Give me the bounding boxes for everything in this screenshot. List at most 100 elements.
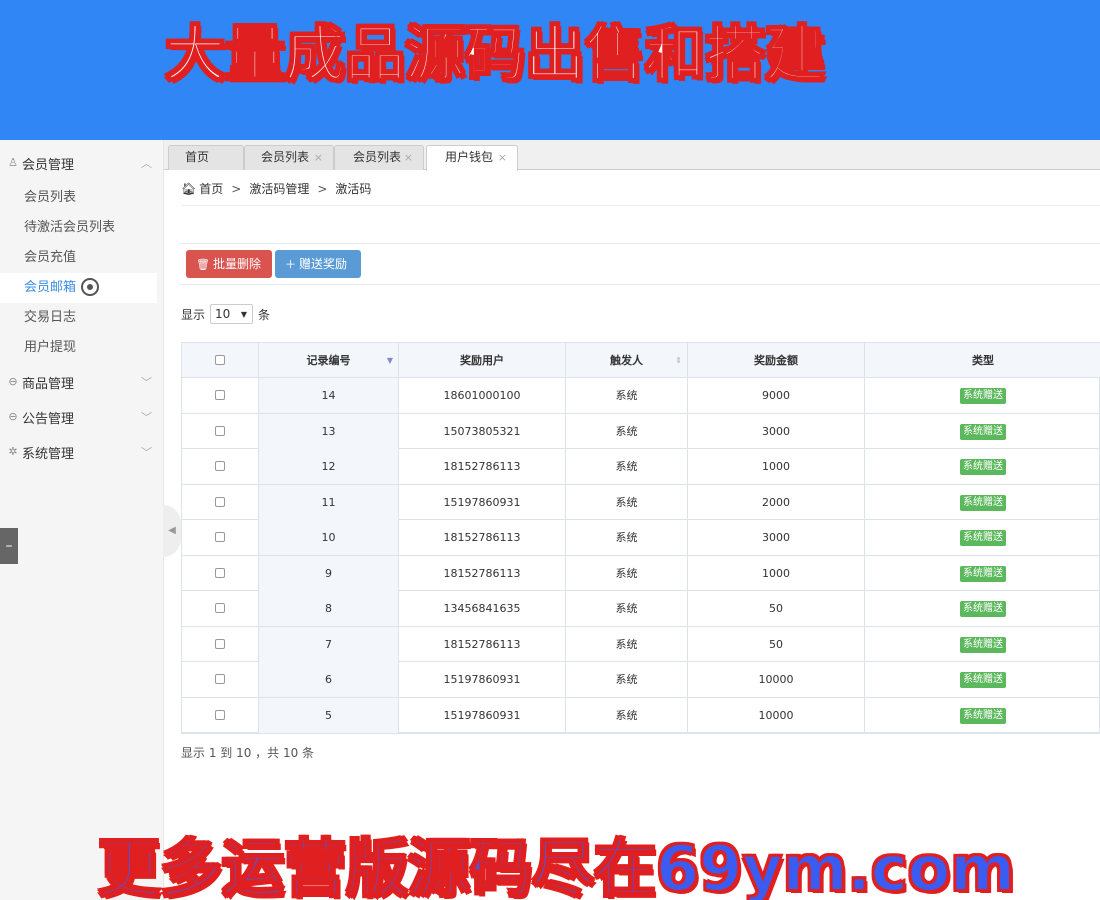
tab-member-list-1[interactable]: 会员列表 × <box>244 145 334 170</box>
sidebar-item-pending-members[interactable]: 待激活会员列表 <box>0 213 157 243</box>
row-checkbox[interactable] <box>215 425 225 436</box>
cell-record-id: 7 <box>259 626 399 662</box>
table-row[interactable]: 6 15197860931 系统 10000 系统赠送 <box>182 662 1100 698</box>
home-icon: 🏠︎ <box>181 181 197 196</box>
table-row[interactable]: 14 18601000100 系统 9000 系统赠送 <box>182 378 1100 414</box>
select-all-checkbox[interactable] <box>215 355 225 365</box>
table-row[interactable]: 12 18152786113 系统 1000 系统赠送 <box>182 449 1100 485</box>
tab-label: 用户钱包 <box>445 150 494 164</box>
page-size-prefix: 显示 <box>181 307 206 322</box>
divider <box>181 205 1100 206</box>
sidebar-group-member[interactable]: ♙ 会员管理 ︿ <box>0 148 164 178</box>
header-trigger[interactable]: 触发人 ⇕ <box>566 343 688 378</box>
close-icon[interactable]: × <box>314 146 323 169</box>
row-checkbox[interactable] <box>215 390 225 400</box>
row-checkbox[interactable] <box>215 674 225 684</box>
sidebar-group-system[interactable]: ✲ 系统管理 ﹀ <box>0 437 164 467</box>
row-select-cell[interactable] <box>182 449 259 484</box>
breadcrumb-activation-mgmt[interactable]: 激活码管理 <box>249 180 309 197</box>
table-row[interactable]: 13 15073805321 系统 3000 系统赠送 <box>182 413 1100 449</box>
type-badge: 系统赠送 <box>960 636 1006 653</box>
header-label: 触发人 <box>610 354 643 367</box>
close-icon[interactable]: × <box>498 146 507 169</box>
sidebar-group-goods[interactable]: ⊖ 商品管理 ﹀ <box>0 367 164 397</box>
sidebar-toggle-handle[interactable]: ◀ <box>163 505 181 557</box>
sort-icon: ⇕ <box>675 356 682 365</box>
cell-record-id: 14 <box>259 378 399 413</box>
table-row[interactable]: 7 18152786113 系统 50 系统赠送 <box>182 626 1100 662</box>
cell-amount: 1000 <box>688 555 865 591</box>
row-checkbox[interactable] <box>215 532 225 542</box>
row-checkbox[interactable] <box>215 638 225 649</box>
top-banner: 大量成品源码出售和搭建 <box>0 0 1100 140</box>
reward-table: 记录编号 ▼ 奖励用户 触发人 ⇕ 奖励金额 类型 14 18601000100 系统 9… <box>181 342 1100 734</box>
row-checkbox[interactable] <box>215 567 225 578</box>
sidebar-item-member-list[interactable]: 会员列表 <box>0 183 157 213</box>
page-size-control: 显示 10 ▼ 条 <box>181 304 270 324</box>
sidebar-item-member-recharge[interactable]: 会员充值 <box>0 243 157 273</box>
cell-amount: 1000 <box>688 449 865 484</box>
cell-trigger: 系统 <box>566 449 688 484</box>
breadcrumb: 🏠︎ 首页 > 激活码管理 > 激活码 <box>181 180 371 197</box>
cell-type: 系统赠送 <box>865 591 1100 626</box>
tab-member-list-2[interactable]: 会员列表 × <box>334 145 424 170</box>
cell-reward-user: 15197860931 <box>399 662 566 697</box>
row-select-cell[interactable] <box>182 555 259 591</box>
table-row[interactable]: 8 13456841635 系统 50 系统赠送 <box>182 591 1100 627</box>
sidebar-item-withdraw[interactable]: 用户提现 <box>0 333 157 363</box>
header-label: 类型 <box>972 354 994 367</box>
row-select-cell[interactable] <box>182 626 259 662</box>
table-row[interactable]: 5 15197860931 系统 10000 系统赠送 <box>182 697 1100 733</box>
cell-type: 系统赠送 <box>865 627 1100 662</box>
cell-type: 系统赠送 <box>865 414 1100 449</box>
cell-type: 系统赠送 <box>865 662 1100 697</box>
table-row[interactable]: 11 15197860931 系统 2000 系统赠送 <box>182 484 1100 520</box>
batch-delete-button[interactable]: 🗑︎ 批量删除 <box>186 250 272 278</box>
sidebar-item-member-mailbox[interactable]: 会员邮箱 <box>0 273 157 303</box>
row-select-cell[interactable] <box>182 378 259 413</box>
type-badge: 系统赠送 <box>960 494 1006 511</box>
sidebar: ♙ 会员管理 ︿ 会员列表 待激活会员列表 会员充值 会员邮箱 交易日志 用户提… <box>0 140 164 900</box>
table-header: 记录编号 ▼ 奖励用户 触发人 ⇕ 奖励金额 类型 <box>182 343 1100 378</box>
cell-trigger: 系统 <box>566 520 688 555</box>
cell-trigger: 系统 <box>566 484 688 520</box>
sidebar-item-label: 会员邮箱 <box>24 280 77 295</box>
page-size-select[interactable]: 10 ▼ <box>210 304 254 324</box>
table-row[interactable]: 10 18152786113 系统 3000 系统赠送 <box>182 520 1100 556</box>
cell-trigger: 系统 <box>566 626 688 662</box>
close-icon[interactable]: × <box>404 146 413 169</box>
cell-trigger: 系统 <box>566 662 688 697</box>
row-checkbox[interactable] <box>215 496 225 507</box>
cell-reward-user: 15197860931 <box>399 484 566 520</box>
row-select-cell[interactable] <box>182 413 259 449</box>
give-reward-button[interactable]: ＋赠送奖励 <box>275 250 361 278</box>
sidebar-group-label: 商品管理 <box>22 376 75 392</box>
breadcrumb-current: 激活码 <box>335 182 372 196</box>
cell-record-id: 10 <box>259 520 399 555</box>
tab-home[interactable]: 首页 <box>168 145 244 170</box>
row-select-cell[interactable] <box>182 662 259 697</box>
row-select-cell[interactable] <box>182 484 259 520</box>
collapse-tab[interactable]: – <box>0 528 18 564</box>
row-checkbox[interactable] <box>215 709 225 720</box>
type-badge: 系统赠送 <box>960 423 1006 440</box>
row-select-cell[interactable] <box>182 520 259 555</box>
row-checkbox[interactable] <box>215 603 225 613</box>
header-select-all[interactable] <box>182 343 259 378</box>
cell-amount: 3000 <box>688 413 865 449</box>
breadcrumb-home[interactable]: 首页 <box>199 180 223 197</box>
tab-user-wallet[interactable]: 用户钱包 × <box>426 145 518 171</box>
cell-type: 系统赠送 <box>865 378 1100 413</box>
row-select-cell[interactable] <box>182 591 259 626</box>
cell-type: 系统赠送 <box>865 485 1100 520</box>
header-type: 类型 <box>865 343 1100 378</box>
cell-reward-user: 18152786113 <box>399 555 566 591</box>
type-badge: 系统赠送 <box>960 388 1006 404</box>
sidebar-group-notice[interactable]: ⊖ 公告管理 ﹀ <box>0 402 164 432</box>
row-select-cell[interactable] <box>182 697 259 733</box>
sidebar-item-trade-log[interactable]: 交易日志 <box>0 303 157 333</box>
header-reward-user: 奖励用户 <box>399 343 566 378</box>
row-checkbox[interactable] <box>215 461 225 471</box>
table-row[interactable]: 9 18152786113 系统 1000 系统赠送 <box>182 555 1100 591</box>
header-record-id[interactable]: 记录编号 ▼ <box>259 343 399 378</box>
